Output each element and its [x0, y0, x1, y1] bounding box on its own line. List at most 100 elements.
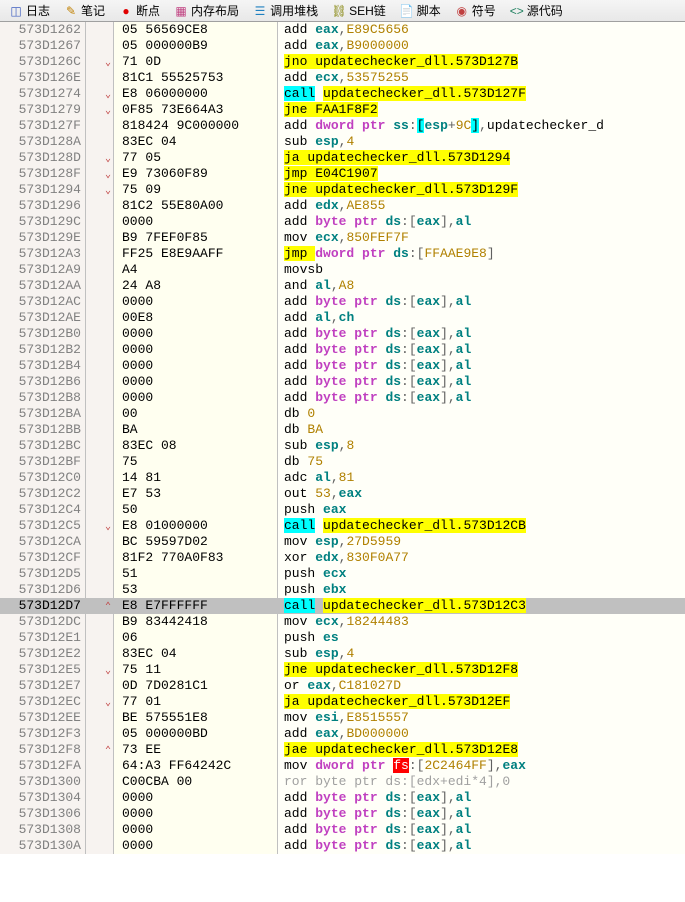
- instruction-cell: jno updatechecker_dll.573D127B: [278, 54, 685, 70]
- bytes-cell: 05 000000B9: [114, 38, 278, 54]
- disasm-row[interactable]: 573D12B20000add byte ptr ds:[eax],al: [0, 342, 685, 358]
- tab-notes[interactable]: ✎笔记: [57, 0, 112, 22]
- disasm-row[interactable]: 573D1300C00CBA 00ror byte ptr ds:[edx+ed…: [0, 774, 685, 790]
- disasm-row[interactable]: 573D12C014 81adc al,81: [0, 470, 685, 486]
- instruction-cell: out 53,eax: [278, 486, 685, 502]
- disasm-row[interactable]: 573D12BBBAdb BA: [0, 422, 685, 438]
- address-cell: 573D12B4: [0, 358, 86, 374]
- disasm-row[interactable]: 573D126205 56569CE8add eax,E89C5656: [0, 22, 685, 38]
- address-cell: 573D12A3: [0, 246, 86, 262]
- address-cell: 573D12F8: [0, 742, 86, 758]
- disasm-row[interactable]: 573D129C0000add byte ptr ds:[eax],al: [0, 214, 685, 230]
- bytes-cell: BA: [114, 422, 278, 438]
- disasm-row[interactable]: 573D128D⌄77 05ja updatechecker_dll.573D1…: [0, 150, 685, 166]
- disasm-row[interactable]: 573D13040000add byte ptr ds:[eax],al: [0, 790, 685, 806]
- instruction-cell: add byte ptr ds:[eax],al: [278, 374, 685, 390]
- tab-symbols[interactable]: ◉符号: [448, 0, 503, 22]
- disasm-row[interactable]: 573D12B40000add byte ptr ds:[eax],al: [0, 358, 685, 374]
- disasm-row[interactable]: 573D12D653push ebx: [0, 582, 685, 598]
- jump-indicator: [86, 726, 114, 742]
- disasm-row[interactable]: 573D12C450push eax: [0, 502, 685, 518]
- disasm-row[interactable]: 573D12C5⌄E8 01000000call updatechecker_d…: [0, 518, 685, 534]
- disasm-row[interactable]: 573D12BF75db 75: [0, 454, 685, 470]
- jump-indicator: [86, 70, 114, 86]
- instruction-cell: mov esi,E8515557: [278, 710, 685, 726]
- instruction-cell: add byte ptr ds:[eax],al: [278, 214, 685, 230]
- disasm-row[interactable]: 573D12B80000add byte ptr ds:[eax],al: [0, 390, 685, 406]
- disasm-row[interactable]: 573D12E283EC 04sub esp,4: [0, 646, 685, 662]
- tab-seh[interactable]: ⛓SEH链: [325, 0, 393, 22]
- disasm-row[interactable]: 573D12F8⌃73 EEjae updatechecker_dll.573D…: [0, 742, 685, 758]
- disasm-row[interactable]: 573D12BC83EC 08sub esp,8: [0, 438, 685, 454]
- tab-memory[interactable]: ▦内存布局: [167, 0, 246, 22]
- jump-indicator: [86, 822, 114, 838]
- disasm-row[interactable]: 573D130A0000add byte ptr ds:[eax],al: [0, 838, 685, 854]
- disasm-row[interactable]: 573D12B00000add byte ptr ds:[eax],al: [0, 326, 685, 342]
- disasm-row[interactable]: 573D12F305 000000BDadd eax,BD000000: [0, 726, 685, 742]
- tab-callstack[interactable]: ☰调用堆栈: [246, 0, 325, 22]
- disasm-row[interactable]: 573D128F⌄E9 73060F89jmp E04C1907: [0, 166, 685, 182]
- tab-script[interactable]: 📄脚本: [393, 0, 448, 22]
- disasm-row[interactable]: 573D12E5⌄75 11jne updatechecker_dll.573D…: [0, 662, 685, 678]
- disasm-row[interactable]: 573D126E81C1 55525753add ecx,53575255: [0, 70, 685, 86]
- address-cell: 573D1274: [0, 86, 86, 102]
- jump-indicator: [86, 838, 114, 854]
- disasm-row[interactable]: 573D12AE00E8add al,ch: [0, 310, 685, 326]
- instruction-cell: push ecx: [278, 566, 685, 582]
- bytes-cell: 0000: [114, 374, 278, 390]
- disasm-row[interactable]: 573D12CF81F2 770A0F83xor edx,830F0A77: [0, 550, 685, 566]
- disasm-row[interactable]: 573D12C2E7 53out 53,eax: [0, 486, 685, 502]
- disasm-row[interactable]: 573D12E70D 7D0281C1or eax,C181027D: [0, 678, 685, 694]
- disasm-row[interactable]: 573D1274⌄E8 06000000call updatechecker_d…: [0, 86, 685, 102]
- instruction-cell: add eax,BD000000: [278, 726, 685, 742]
- jump-indicator: [86, 310, 114, 326]
- disasm-row[interactable]: 573D128A83EC 04sub esp,4: [0, 134, 685, 150]
- disasm-row[interactable]: 573D126705 000000B9add eax,B9000000: [0, 38, 685, 54]
- disasm-row[interactable]: 573D12D551push ecx: [0, 566, 685, 582]
- jump-indicator: [86, 438, 114, 454]
- disasm-row[interactable]: 573D13060000add byte ptr ds:[eax],al: [0, 806, 685, 822]
- tab-label: 日志: [26, 2, 50, 19]
- notes-icon: ✎: [64, 4, 78, 18]
- instruction-cell: movsb: [278, 262, 685, 278]
- bytes-cell: 71 0D: [114, 54, 278, 70]
- disasm-row[interactable]: 573D13080000add byte ptr ds:[eax],al: [0, 822, 685, 838]
- disasm-row[interactable]: 573D12A9A4movsb: [0, 262, 685, 278]
- disasm-row[interactable]: 573D12CABC 59597D02mov esp,27D5959: [0, 534, 685, 550]
- tab-source[interactable]: <>源代码: [503, 0, 570, 22]
- disasm-row[interactable]: 573D12E106push es: [0, 630, 685, 646]
- address-cell: 573D12AA: [0, 278, 86, 294]
- jump-indicator: [86, 406, 114, 422]
- address-cell: 573D129E: [0, 230, 86, 246]
- disasm-row[interactable]: 573D1294⌄75 09jne updatechecker_dll.573D…: [0, 182, 685, 198]
- jump-indicator: ⌄: [86, 102, 114, 118]
- instruction-cell: ja updatechecker_dll.573D1294: [278, 150, 685, 166]
- address-cell: 573D12AE: [0, 310, 86, 326]
- disasm-row[interactable]: 573D12FA64:A3 FF64242Cmov dword ptr fs:[…: [0, 758, 685, 774]
- disassembly-view[interactable]: 573D126205 56569CE8add eax,E89C5656573D1…: [0, 22, 685, 854]
- disasm-row[interactable]: 573D126C⌄71 0Djno updatechecker_dll.573D…: [0, 54, 685, 70]
- disasm-row[interactable]: 573D12DCB9 83442418mov ecx,18244483: [0, 614, 685, 630]
- bytes-cell: 75 09: [114, 182, 278, 198]
- disasm-row[interactable]: 573D12A3FF25 E8E9AAFFjmp dword ptr ds:[F…: [0, 246, 685, 262]
- jump-indicator: [86, 758, 114, 774]
- disasm-row[interactable]: 573D12EEBE 575551E8mov esi,E8515557: [0, 710, 685, 726]
- jump-indicator: [86, 198, 114, 214]
- tab-log[interactable]: ◫日志: [2, 0, 57, 22]
- disasm-row[interactable]: 573D127F818424 9C000000add dword ptr ss:…: [0, 118, 685, 134]
- instruction-cell: add byte ptr ds:[eax],al: [278, 326, 685, 342]
- instruction-cell: call updatechecker_dll.573D12C3: [278, 598, 685, 614]
- seh-icon: ⛓: [332, 4, 346, 18]
- disasm-row[interactable]: 573D129681C2 55E80A00add edx,AE855: [0, 198, 685, 214]
- disasm-row[interactable]: 573D12BA00db 0: [0, 406, 685, 422]
- disasm-row[interactable]: 573D12AA24 A8and al,A8: [0, 278, 685, 294]
- instruction-cell: add ecx,53575255: [278, 70, 685, 86]
- disasm-row[interactable]: 573D129EB9 7FEF0F85mov ecx,850FEF7F: [0, 230, 685, 246]
- disasm-row[interactable]: 573D12AC0000add byte ptr ds:[eax],al: [0, 294, 685, 310]
- disasm-row[interactable]: 573D12B60000add byte ptr ds:[eax],al: [0, 374, 685, 390]
- tab-breakpoints[interactable]: ●断点: [112, 0, 167, 22]
- disasm-row[interactable]: 573D12D7⌃E8 E7FFFFFFcall updatechecker_d…: [0, 598, 685, 614]
- address-cell: 573D1267: [0, 38, 86, 54]
- disasm-row[interactable]: 573D12EC⌄77 01ja updatechecker_dll.573D1…: [0, 694, 685, 710]
- disasm-row[interactable]: 573D1279⌄0F85 73E664A3jne FAA1F8F2: [0, 102, 685, 118]
